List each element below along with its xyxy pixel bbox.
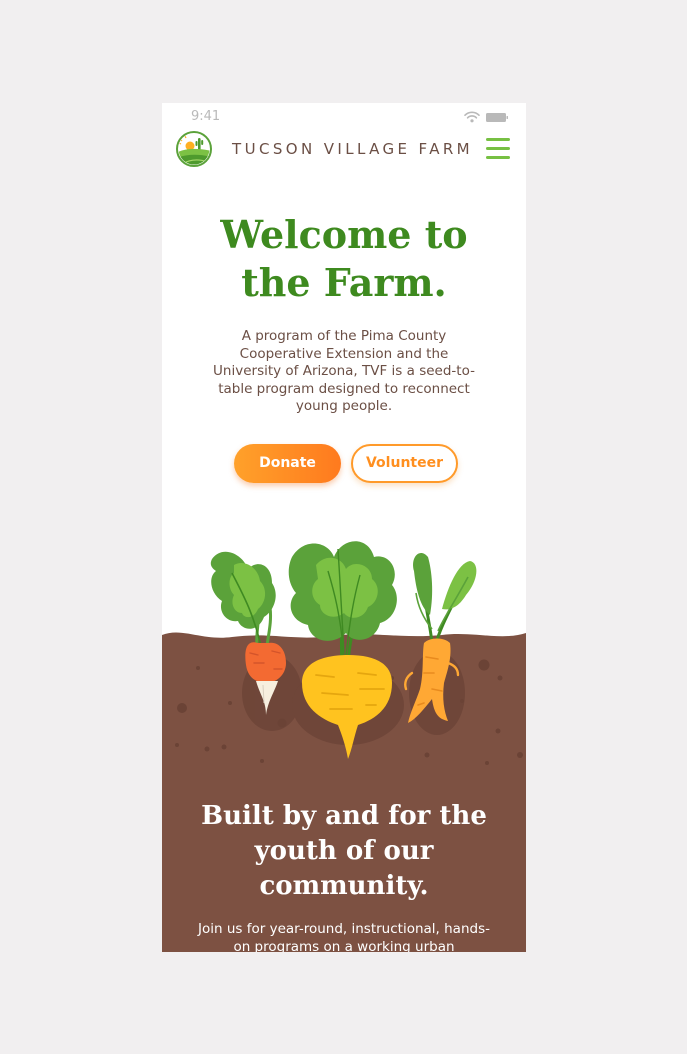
wifi-icon	[464, 111, 480, 123]
section-title-line1: Built by and for the	[201, 801, 487, 831]
hero-title-line2: the Farm.	[241, 260, 447, 305]
volunteer-button[interactable]: Volunteer	[351, 444, 458, 483]
section-title-line3: community.	[259, 871, 429, 901]
site-header: TUCSON VILLAGE FARM	[162, 129, 526, 171]
brand-name[interactable]: TUCSON VILLAGE FARM	[232, 140, 473, 158]
section-description: Join us for year-round, instructional, h…	[198, 921, 490, 952]
section-title: Built by and for the youth of our communit…	[162, 799, 526, 904]
hero-description: A program of the Pima County Cooperative…	[213, 328, 475, 415]
status-bar: 9:41	[162, 103, 526, 129]
donate-button[interactable]: Donate	[234, 444, 341, 483]
hamburger-menu-icon[interactable]	[484, 136, 512, 162]
farm-logo-icon[interactable]	[176, 131, 212, 167]
status-time: 9:41	[191, 109, 221, 124]
hero-title: Welcome to the Farm.	[162, 211, 526, 307]
section-title-line2: youth of our	[254, 836, 434, 866]
hero-title-line1: Welcome to	[220, 212, 468, 257]
battery-icon	[486, 113, 508, 122]
phone-screen: 9:41 TUCSON VILLAGE FARM Welcome to the …	[162, 103, 526, 952]
